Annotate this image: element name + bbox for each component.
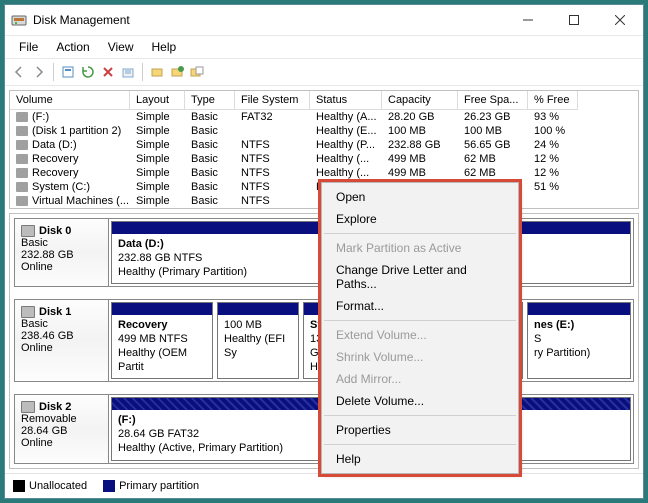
menu-view[interactable]: View xyxy=(100,38,142,56)
app-disk-icon xyxy=(11,12,27,28)
disk-label[interactable]: Disk 1Basic238.46 GBOnline xyxy=(15,300,109,381)
context-menu[interactable]: Open Explore Mark Partition as Active Ch… xyxy=(321,182,519,474)
col-fs[interactable]: File System xyxy=(235,91,310,110)
menu-help[interactable]: Help xyxy=(144,38,185,56)
cm-add-mirror: Add Mirror... xyxy=(322,368,518,390)
col-free[interactable]: Free Spa... xyxy=(458,91,528,110)
legend-unallocated-label: Unallocated xyxy=(29,480,87,492)
cm-change-letter[interactable]: Change Drive Letter and Paths... xyxy=(322,259,518,295)
menu-file[interactable]: File xyxy=(11,38,46,56)
legend-primary-label: Primary partition xyxy=(119,480,199,492)
titlebar[interactable]: Disk Management xyxy=(5,5,643,35)
maximize-button[interactable] xyxy=(551,5,597,35)
partition[interactable]: Recovery499 MB NTFSHealthy (OEM Partit xyxy=(111,302,213,379)
drive-icon xyxy=(16,140,28,150)
volume-row[interactable]: (F:)SimpleBasicFAT32Healthy (A...28.20 G… xyxy=(10,110,638,124)
forward-icon[interactable] xyxy=(31,64,47,80)
action2-icon[interactable] xyxy=(169,64,185,80)
drive-icon xyxy=(16,168,28,178)
drive-icon xyxy=(16,182,28,192)
partition[interactable]: 100 MBHealthy (EFI Sy xyxy=(217,302,299,379)
minimize-button[interactable] xyxy=(505,5,551,35)
back-icon[interactable] xyxy=(11,64,27,80)
col-status[interactable]: Status xyxy=(310,91,382,110)
volume-row[interactable]: Data (D:)SimpleBasicNTFSHealthy (P...232… xyxy=(10,138,638,152)
refresh-icon[interactable] xyxy=(80,64,96,80)
cm-shrink: Shrink Volume... xyxy=(322,346,518,368)
volume-row[interactable]: (Disk 1 partition 2)SimpleBasicHealthy (… xyxy=(10,124,638,138)
disk-label[interactable]: Disk 0Basic232.88 GBOnline xyxy=(15,219,109,286)
delete-icon[interactable] xyxy=(100,64,116,80)
volume-row[interactable]: RecoverySimpleBasicNTFSHealthy (...499 M… xyxy=(10,166,638,180)
legend: Unallocated Primary partition xyxy=(5,473,643,498)
col-capacity[interactable]: Capacity xyxy=(382,91,458,110)
action3-icon[interactable] xyxy=(189,64,205,80)
drive-icon xyxy=(16,196,28,206)
menubar: File Action View Help xyxy=(5,35,643,58)
cm-explore[interactable]: Explore xyxy=(322,208,518,230)
col-pct[interactable]: % Free xyxy=(528,91,578,110)
disk-icon xyxy=(21,306,35,318)
col-layout[interactable]: Layout xyxy=(130,91,185,110)
col-type[interactable]: Type xyxy=(185,91,235,110)
window-controls xyxy=(505,5,643,35)
disk-icon xyxy=(21,401,35,413)
drive-icon xyxy=(16,154,28,164)
cm-mark-active: Mark Partition as Active xyxy=(322,237,518,259)
cm-extend: Extend Volume... xyxy=(322,324,518,346)
menu-action[interactable]: Action xyxy=(48,38,97,56)
cm-delete[interactable]: Delete Volume... xyxy=(322,390,518,412)
legend-unallocated-swatch xyxy=(13,480,25,492)
disk-label[interactable]: Disk 2Removable28.64 GBOnline xyxy=(15,395,109,462)
legend-primary-swatch xyxy=(103,480,115,492)
disk-icon xyxy=(21,225,35,237)
window-title: Disk Management xyxy=(33,13,505,27)
col-volume[interactable]: Volume xyxy=(10,91,130,110)
properties-icon[interactable] xyxy=(60,64,76,80)
partition[interactable]: nes (E:)Sry Partition) xyxy=(527,302,631,379)
cm-format[interactable]: Format... xyxy=(322,295,518,317)
settings-icon[interactable] xyxy=(120,64,136,80)
action1-icon[interactable] xyxy=(149,64,165,80)
toolbar xyxy=(5,58,643,86)
drive-icon xyxy=(16,126,28,136)
cm-open[interactable]: Open xyxy=(322,186,518,208)
cm-help[interactable]: Help xyxy=(322,448,518,470)
drive-icon xyxy=(16,112,28,122)
close-button[interactable] xyxy=(597,5,643,35)
volume-row[interactable]: RecoverySimpleBasicNTFSHealthy (...499 M… xyxy=(10,152,638,166)
volumes-header: Volume Layout Type File System Status Ca… xyxy=(10,91,638,110)
cm-properties[interactable]: Properties xyxy=(322,419,518,441)
